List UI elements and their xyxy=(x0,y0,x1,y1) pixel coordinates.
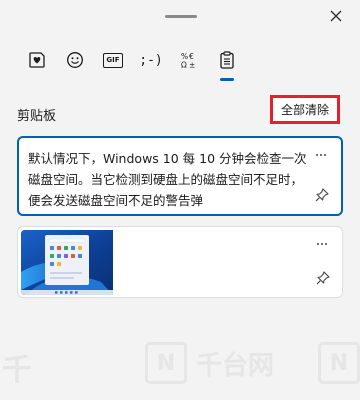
tab-kaomoji[interactable]: ;-) xyxy=(132,45,170,75)
tab-clipboard[interactable] xyxy=(208,45,246,81)
clipboard-section-title: 剪贴板 xyxy=(17,109,57,124)
screenshot-thumbnail[interactable] xyxy=(21,230,113,295)
drag-handle[interactable] xyxy=(165,15,197,18)
more-options-button[interactable] xyxy=(312,237,332,251)
gif-icon: GIF xyxy=(103,52,123,68)
close-icon xyxy=(330,10,342,22)
svg-text:Ω: Ω xyxy=(181,61,187,70)
watermark-logo-box-2: N xyxy=(318,342,360,384)
symbols-icon: % € Ω ± xyxy=(181,52,195,70)
watermark-logo-box: N xyxy=(145,342,187,384)
tab-emoji[interactable] xyxy=(56,45,94,75)
pin-icon[interactable] xyxy=(315,270,331,286)
watermark-right-text: 千台网 xyxy=(196,351,275,381)
close-button[interactable] xyxy=(326,6,346,26)
windows-wallpaper-image xyxy=(21,230,113,295)
clipboard-item-text[interactable]: 默认情况下，Windows 10 每 10 分钟会检查一次磁盘空间。当它检测到硬… xyxy=(17,136,343,216)
clipboard-item-image[interactable] xyxy=(17,226,343,298)
clipboard-item-text-content: 默认情况下，Windows 10 每 10 分钟会检查一次磁盘空间。当它检测到硬… xyxy=(28,151,307,208)
more-dots-icon xyxy=(315,154,318,156)
tab-bar: GIF ;-) % € Ω ± xyxy=(18,45,246,81)
pin-icon[interactable] xyxy=(314,187,330,203)
smiley-icon xyxy=(67,52,83,68)
svg-text:±: ± xyxy=(189,61,195,70)
tab-gif[interactable]: GIF xyxy=(94,45,132,75)
tab-stickers[interactable] xyxy=(18,45,56,75)
clipboard-panel: GIF ;-) % € Ω ± 剪贴板 全部清除 默认情况下，Windows 1… xyxy=(0,0,360,400)
clipboard-icon xyxy=(220,51,234,69)
heart-sticker-icon xyxy=(29,52,45,68)
kaomoji-icon: ;-) xyxy=(139,52,163,68)
watermark-left-text: 千 xyxy=(2,353,32,388)
tab-symbols[interactable]: % € Ω ± xyxy=(170,45,208,75)
clear-all-button[interactable]: 全部清除 xyxy=(270,95,340,124)
more-dots-icon xyxy=(316,243,319,245)
more-options-button[interactable] xyxy=(311,148,331,162)
